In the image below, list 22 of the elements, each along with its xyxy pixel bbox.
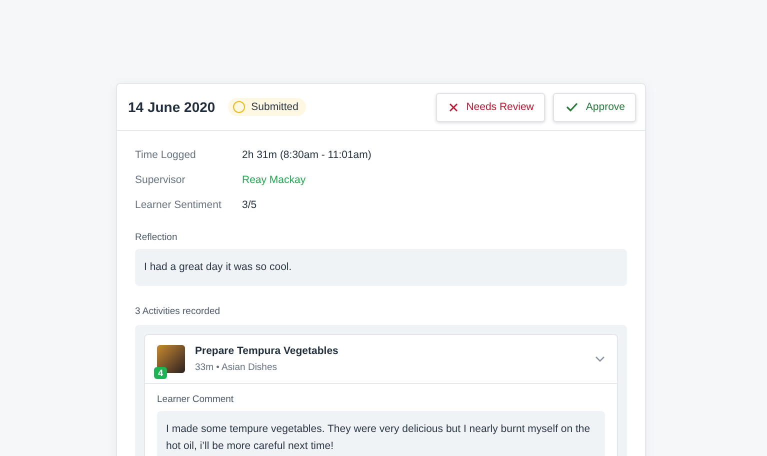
circle-icon (233, 101, 246, 113)
needs-review-button[interactable]: Needs Review (436, 92, 545, 122)
section-label: Reflection (135, 232, 178, 243)
activity-meta: 33m • Asian Dishes (195, 362, 278, 373)
chevron-icon[interactable] (595, 356, 605, 362)
entry-date: 14 June 2020 (128, 99, 216, 115)
section-label: 3 Activities recorded (135, 306, 222, 317)
activity-title: Prepare Tempura Vegetables (195, 345, 340, 357)
detail-label: Learner Sentiment (135, 199, 222, 212)
detail-value: 2h 31m (8:30am - 11:01am) (242, 149, 372, 162)
comment-text: I made some tempure vegetables. They were very delicious but I nearly burnt myself on the hot oil, i’ll be more careful next time! (157, 411, 605, 456)
detail-label: Time Logged (135, 149, 197, 162)
detail-label: Supervisor (135, 174, 186, 187)
count-badge: 4 (154, 367, 168, 379)
detail-value: 3/5 (242, 199, 258, 212)
comment-label: Learner Comment (157, 394, 235, 405)
status-badge: Submitted (228, 98, 306, 116)
check-icon (566, 102, 578, 112)
close-icon (449, 102, 458, 112)
reflection-text: I had a great day it was so cool. (135, 249, 627, 286)
approve-button[interactable]: Approve (552, 92, 636, 122)
supervisor-link[interactable]: Reay Mackay (242, 174, 627, 187)
